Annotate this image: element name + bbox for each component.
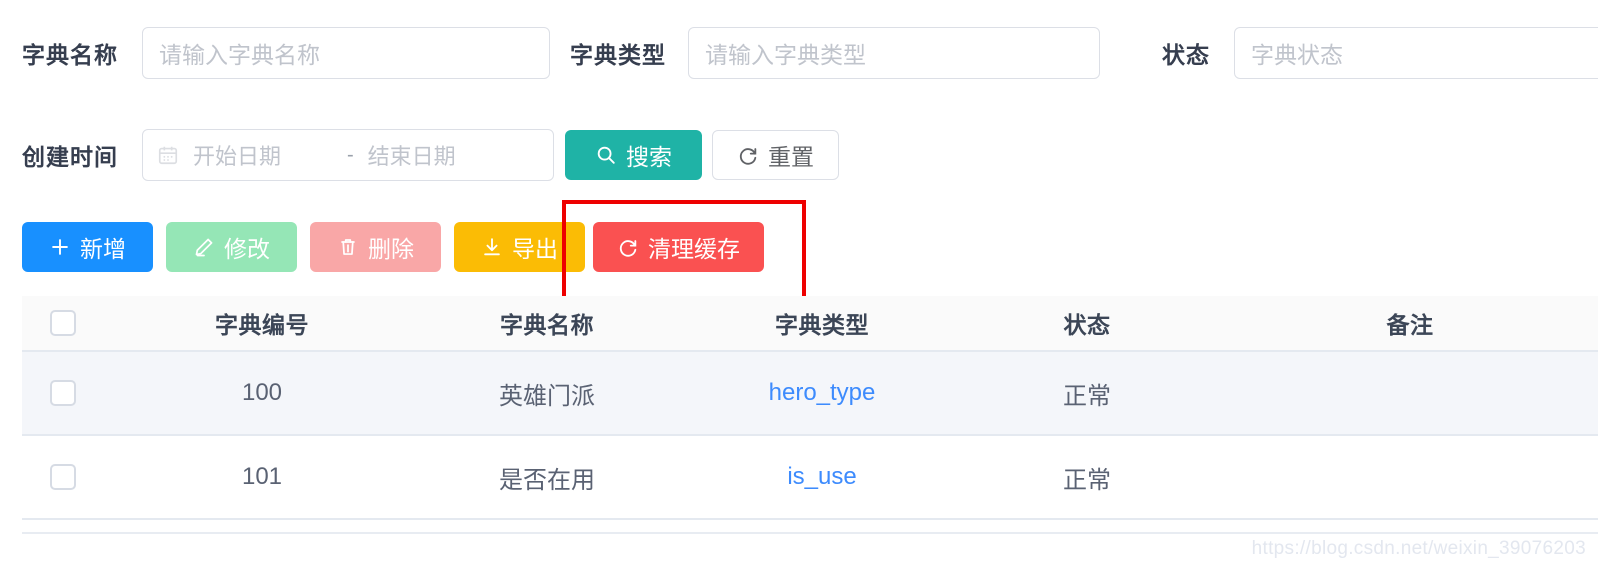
dict-table: 字典编号 字典名称 字典类型 状态 备注 100 英雄门派 hero_type … <box>22 296 1598 520</box>
row-cell-dict-code: 101 <box>122 463 402 491</box>
watermark: https://blog.csdn.net/weixin_39076203 <box>1251 538 1586 559</box>
field-status: 状态 字典状态 <box>1100 27 1598 79</box>
clear-cache-button-label: 清理缓存 <box>648 236 740 262</box>
header-cell-dict-type: 字典类型 <box>692 306 952 340</box>
dict-management-page: 字典名称 请输入字典名称 字典类型 请输入字典类型 状态 字典状态 创建时间 开… <box>0 0 1598 574</box>
row-cell-select <box>22 464 122 490</box>
delete-button-label: 删除 <box>368 236 414 262</box>
table-row[interactable]: 100 英雄门派 hero_type 正常 <box>22 352 1598 436</box>
row-cell-dict-type: hero_type <box>692 379 952 407</box>
add-button-label: 新增 <box>80 236 126 262</box>
row-cell-dict-type: is_use <box>692 463 952 491</box>
delete-button[interactable]: 删除 <box>310 222 441 272</box>
add-button[interactable]: 新增 <box>22 222 153 272</box>
field-create-time: 创建时间 开始日期 - 结束日期 <box>0 129 554 181</box>
reset-button[interactable]: 重置 <box>712 130 839 180</box>
status-select[interactable]: 字典状态 <box>1234 27 1598 79</box>
row-cell-dict-name: 英雄门派 <box>402 376 692 411</box>
clear-cache-button[interactable]: 清理缓存 <box>593 222 764 272</box>
row-cell-status: 正常 <box>952 376 1222 411</box>
edit-button-label: 修改 <box>224 236 270 262</box>
header-label-status: 状态 <box>1063 312 1111 338</box>
search-button-label: 搜索 <box>626 144 672 170</box>
row-cell-dict-code: 100 <box>122 379 402 407</box>
calendar-icon <box>158 146 178 165</box>
table-row[interactable]: 101 是否在用 is_use 正常 <box>22 436 1598 520</box>
status-label: 状态 <box>1162 42 1210 68</box>
export-button[interactable]: 导出 <box>454 222 585 272</box>
header-cell-status: 状态 <box>952 306 1222 340</box>
create-time-label: 创建时间 <box>22 144 118 170</box>
create-time-daterange[interactable]: 开始日期 - 结束日期 <box>142 129 554 181</box>
download-icon <box>484 238 500 256</box>
field-dict-type: 字典类型 请输入字典类型 <box>550 27 1100 79</box>
row-value-dict-name: 是否在用 <box>499 466 595 494</box>
row-value-dict-code: 101 <box>241 463 283 490</box>
table-header-row: 字典编号 字典名称 字典类型 状态 备注 <box>22 296 1598 352</box>
plus-icon <box>52 239 68 255</box>
row-cell-select <box>22 380 122 406</box>
row-link-dict-type[interactable]: hero_type <box>769 379 876 407</box>
row-value-dict-name: 英雄门派 <box>499 382 595 410</box>
header-cell-dict-code: 字典编号 <box>122 306 402 340</box>
search-button[interactable]: 搜索 <box>565 130 702 180</box>
status-placeholder: 字典状态 <box>1251 42 1343 68</box>
dict-name-label: 字典名称 <box>22 42 118 68</box>
row-checkbox[interactable] <box>50 464 76 490</box>
search-form-row-1: 字典名称 请输入字典名称 字典类型 请输入字典类型 状态 字典状态 <box>0 20 1598 86</box>
header-label-dict-code: 字典编号 <box>215 312 309 338</box>
dict-name-input[interactable]: 请输入字典名称 <box>142 27 550 79</box>
edit-button[interactable]: 修改 <box>166 222 297 272</box>
export-button-label: 导出 <box>512 236 558 262</box>
refresh-icon <box>619 240 637 257</box>
header-label-remark: 备注 <box>1386 312 1434 338</box>
row-cell-dict-name: 是否在用 <box>402 460 692 495</box>
header-label-dict-name: 字典名称 <box>500 312 594 338</box>
reset-button-label: 重置 <box>768 144 814 170</box>
dict-type-placeholder: 请输入字典类型 <box>705 42 866 68</box>
dict-type-label: 字典类型 <box>570 42 666 68</box>
select-all-checkbox[interactable] <box>50 310 76 336</box>
dict-name-placeholder: 请输入字典名称 <box>159 42 320 68</box>
row-value-status: 正常 <box>1063 382 1111 410</box>
row-cell-status: 正常 <box>952 460 1222 495</box>
row-value-status: 正常 <box>1063 466 1111 494</box>
refresh-icon <box>739 148 757 165</box>
row-checkbox[interactable] <box>50 380 76 406</box>
row-value-dict-code: 100 <box>241 379 283 406</box>
row-link-dict-type[interactable]: is_use <box>787 463 856 491</box>
header-cell-dict-name: 字典名称 <box>402 306 692 340</box>
search-form-row-2: 创建时间 开始日期 - 结束日期 <box>0 122 554 188</box>
header-label-dict-type: 字典类型 <box>775 312 869 338</box>
trash-icon <box>341 239 355 255</box>
search-icon <box>597 146 615 164</box>
header-cell-select <box>22 310 122 336</box>
dict-type-input[interactable]: 请输入字典类型 <box>688 27 1100 79</box>
field-dict-name: 字典名称 请输入字典名称 <box>0 27 550 79</box>
pencil-icon <box>195 238 213 257</box>
date-range-separator: - <box>347 143 354 166</box>
table-bottom-divider <box>22 532 1598 534</box>
start-date-placeholder[interactable]: 开始日期 <box>193 139 333 171</box>
header-cell-remark: 备注 <box>1222 306 1598 340</box>
end-date-placeholder[interactable]: 结束日期 <box>368 139 456 171</box>
